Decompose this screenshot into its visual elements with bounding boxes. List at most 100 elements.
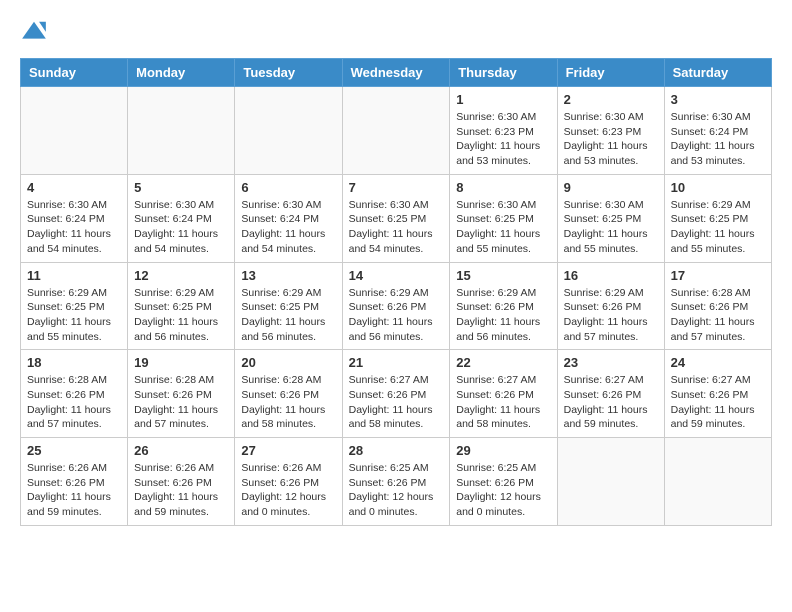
day-info-line: Sunrise: 6:29 AM <box>134 287 214 299</box>
calendar-cell: 6Sunrise: 6:30 AMSunset: 6:24 PMDaylight… <box>235 174 342 262</box>
day-info: Sunrise: 6:29 AMSunset: 6:25 PMDaylight:… <box>134 286 228 345</box>
day-info-line: Sunset: 6:25 PM <box>564 213 642 225</box>
calendar-cell: 24 Sunrise: 6:27 AMSunset: 6:26 PMDayligh… <box>664 350 771 438</box>
day-info: Sunrise: 6:29 AM Sunset: 6:25 PM Daylight:… <box>671 198 765 257</box>
calendar-cell <box>21 87 128 175</box>
calendar-cell <box>128 87 235 175</box>
day-info: Sunrise: 6:27 AMSunset: 6:26 PMDaylight:… <box>671 373 765 432</box>
day-number: 29 <box>456 443 550 458</box>
day-number: 24 <box>671 355 765 370</box>
day-info-line: Daylight: 12 hours and 0 minutes. <box>241 491 326 518</box>
day-info-line: Sunrise: 6:29 AM <box>456 287 536 299</box>
day-info-line: Sunset: 6:26 PM <box>134 389 212 401</box>
day-number: 14 <box>349 268 444 283</box>
day-info: Sunrise: 6:26 AMSunset: 6:26 PMDaylight:… <box>241 461 335 520</box>
day-info-line: Sunset: 6:26 PM <box>456 389 534 401</box>
day-info: Sunrise: 6:30 AMSunset: 6:25 PMDaylight:… <box>456 198 550 257</box>
calendar-cell: 8 Sunrise: 6:30 AMSunset: 6:25 PMDaylight… <box>450 174 557 262</box>
calendar-cell: 27Sunrise: 6:26 AMSunset: 6:26 PMDayligh… <box>235 438 342 526</box>
calendar-header-row: SundayMondayTuesdayWednesdayThursdayFrid… <box>21 59 772 87</box>
header-sunday: Sunday <box>21 59 128 87</box>
day-info: Sunrise: 6:30 AMSunset: 6:23 PMDaylight:… <box>564 110 658 169</box>
day-info-line: Daylight: 12 hours and 0 minutes. <box>456 491 541 518</box>
day-info: Sunrise: 6:28 AMSunset: 6:26 PMDaylight:… <box>671 286 765 345</box>
day-info-line: Sunrise: 6:27 AM <box>671 374 751 386</box>
day-number: 8 <box>456 180 550 195</box>
day-info: Sunrise: 6:29 AMSunset: 6:25 PMDaylight:… <box>241 286 335 345</box>
day-info-line: Sunset: 6:24 PM <box>241 213 319 225</box>
day-number: 13 <box>241 268 335 283</box>
calendar-cell: 1Sunrise: 6:30 AMSunset: 6:23 PMDaylight… <box>450 87 557 175</box>
day-number: 4 <box>27 180 121 195</box>
logo-icon <box>20 20 48 42</box>
day-number: 25 <box>27 443 121 458</box>
day-number: 18 <box>27 355 121 370</box>
header-friday: Friday <box>557 59 664 87</box>
calendar-cell: 16Sunrise: 6:29 AMSunset: 6:26 PMDayligh… <box>557 262 664 350</box>
day-info-line: Daylight: 11 hours and 57 minutes. <box>564 316 648 343</box>
calendar-cell: 26 Sunrise: 6:26 AMSunset: 6:26 PMDayligh… <box>128 438 235 526</box>
day-number: 16 <box>564 268 658 283</box>
calendar-cell: 15Sunrise: 6:29 AMSunset: 6:26 PMDayligh… <box>450 262 557 350</box>
day-info: Sunrise: 6:29 AMSunset: 6:26 PMDaylight:… <box>349 286 444 345</box>
calendar-cell: 20Sunrise: 6:28 AMSunset: 6:26 PMDayligh… <box>235 350 342 438</box>
day-info: Sunrise: 6:28 AMSunset: 6:26 PMDaylight:… <box>27 373 121 432</box>
day-info-line: Daylight: 11 hours and 57 minutes. <box>134 404 218 431</box>
day-info: Sunrise: 6:29 AMSunset: 6:26 PMDaylight:… <box>456 286 550 345</box>
day-info: Sunrise: 6:30 AMSunset: 6:25 PMDaylight:… <box>349 198 444 257</box>
calendar-cell: 3Sunrise: 6:30 AMSunset: 6:24 PMDaylight… <box>664 87 771 175</box>
calendar-cell: 7Sunrise: 6:30 AMSunset: 6:25 PMDaylight… <box>342 174 450 262</box>
day-number: 23 <box>564 355 658 370</box>
day-info-line: Sunset: 6:25 PM <box>456 213 534 225</box>
day-info-line: Sunset: 6:26 PM <box>349 389 427 401</box>
day-info-line: Daylight: 11 hours and 59 minutes. <box>134 491 218 518</box>
day-number: 21 <box>349 355 444 370</box>
day-info-line: Sunrise: 6:27 AM <box>456 374 536 386</box>
day-info: Sunrise: 6:26 AMSunset: 6:26 PMDaylight:… <box>134 461 228 520</box>
day-info-line: Daylight: 11 hours and 56 minutes. <box>456 316 540 343</box>
day-number: 17 <box>671 268 765 283</box>
header-monday: Monday <box>128 59 235 87</box>
day-info-line: Daylight: 11 hours and 56 minutes. <box>134 316 218 343</box>
calendar-week-4: 18Sunrise: 6:28 AMSunset: 6:26 PMDayligh… <box>21 350 772 438</box>
day-info-line: Sunset: 6:25 PM <box>671 213 749 225</box>
day-info-line: Sunset: 6:26 PM <box>27 389 105 401</box>
calendar-cell: 25 Sunrise: 6:26 AMSunset: 6:26 PMDayligh… <box>21 438 128 526</box>
day-info: Sunrise: 6:30 AMSunset: 6:24 PMDaylight:… <box>27 198 121 257</box>
day-number: 20 <box>241 355 335 370</box>
day-info-line: Sunrise: 6:30 AM <box>349 199 429 211</box>
calendar-cell: 21Sunrise: 6:27 AMSunset: 6:26 PMDayligh… <box>342 350 450 438</box>
day-info-line: Sunset: 6:23 PM <box>456 126 534 138</box>
calendar-cell <box>235 87 342 175</box>
day-info: Sunrise: 6:26 AMSunset: 6:26 PMDaylight:… <box>27 461 121 520</box>
day-info-line: Sunrise: 6:30 AM <box>671 111 751 123</box>
day-info-line: Sunrise: 6:29 AM <box>671 199 751 211</box>
calendar-week-5: 25Sunrise: 6:26 AMSunset: 6:26 PMDayligh… <box>21 438 772 526</box>
day-info-line: Sunset: 6:26 PM <box>349 477 427 489</box>
day-info-line: Sunset: 6:26 PM <box>134 477 212 489</box>
day-info-line: Sunrise: 6:26 AM <box>27 462 107 474</box>
calendar-cell: 28Sunrise: 6:25 AMSunset: 6:26 PMDayligh… <box>342 438 450 526</box>
day-info-line: Sunrise: 6:28 AM <box>241 374 321 386</box>
day-info-line: Daylight: 11 hours and 55 minutes. <box>564 228 648 255</box>
day-info-line: Sunrise: 6:30 AM <box>134 199 214 211</box>
day-info-line: Daylight: 11 hours and 59 minutes. <box>671 404 755 431</box>
day-info-line: Sunrise: 6:30 AM <box>564 199 644 211</box>
day-number: 26 <box>134 443 228 458</box>
day-info-line: Sunrise: 6:29 AM <box>564 287 644 299</box>
calendar-cell: 13 Sunrise: 6:29 AMSunset: 6:25 PMDayligh… <box>235 262 342 350</box>
calendar-cell <box>342 87 450 175</box>
day-number: 19 <box>134 355 228 370</box>
day-info-line: Daylight: 11 hours and 57 minutes. <box>671 316 755 343</box>
day-info-line: Sunset: 6:26 PM <box>671 301 749 313</box>
day-info-line: Daylight: 11 hours and 55 minutes. <box>671 228 755 255</box>
calendar-cell: 14 Sunrise: 6:29 AMSunset: 6:26 PMDayligh… <box>342 262 450 350</box>
day-number: 3 <box>671 92 765 107</box>
day-info: Sunrise: 6:25 AMSunset: 6:26 PMDaylight:… <box>456 461 550 520</box>
header <box>20 20 772 42</box>
day-info-line: Sunrise: 6:30 AM <box>456 111 536 123</box>
day-info-line: Daylight: 12 hours and 0 minutes. <box>349 491 434 518</box>
day-info-line: Daylight: 11 hours and 54 minutes. <box>134 228 218 255</box>
day-number: 10 <box>671 180 765 195</box>
day-number: 2 <box>564 92 658 107</box>
